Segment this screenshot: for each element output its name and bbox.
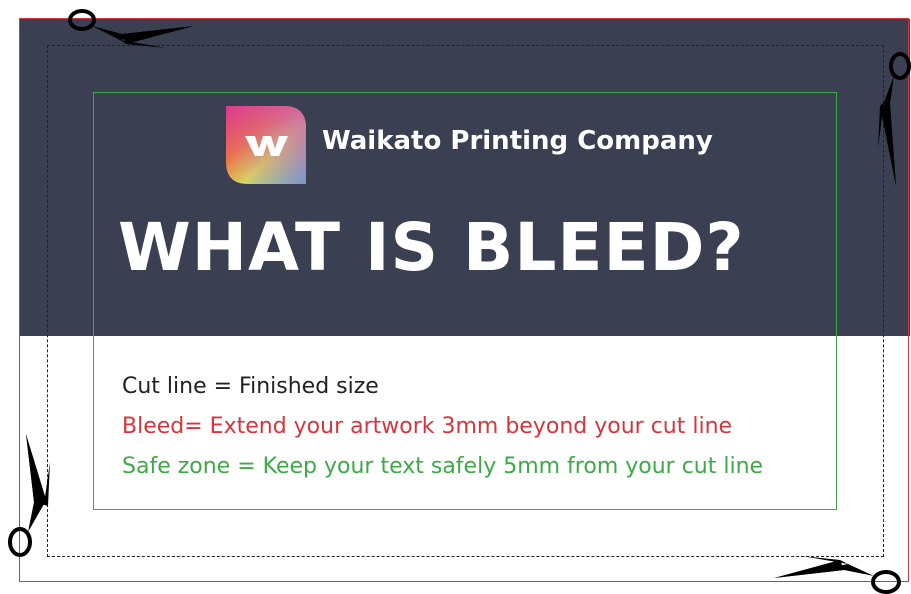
scissors-icon xyxy=(774,556,901,594)
legend-cut-line: Cut line = Finished size xyxy=(122,374,379,399)
page-title: WHAT IS BLEED? xyxy=(118,209,745,286)
scissors-icon xyxy=(68,9,194,48)
waikato-logo-icon xyxy=(226,106,306,184)
scissors-icon xyxy=(8,434,50,557)
legend-safe-zone: Safe zone = Keep your text safely 5mm fr… xyxy=(122,454,764,479)
scissors-icon xyxy=(878,52,911,186)
company-name: Waikato Printing Company xyxy=(322,126,713,156)
legend-bleed: Bleed= Extend your artwork 3mm beyond yo… xyxy=(122,414,733,439)
